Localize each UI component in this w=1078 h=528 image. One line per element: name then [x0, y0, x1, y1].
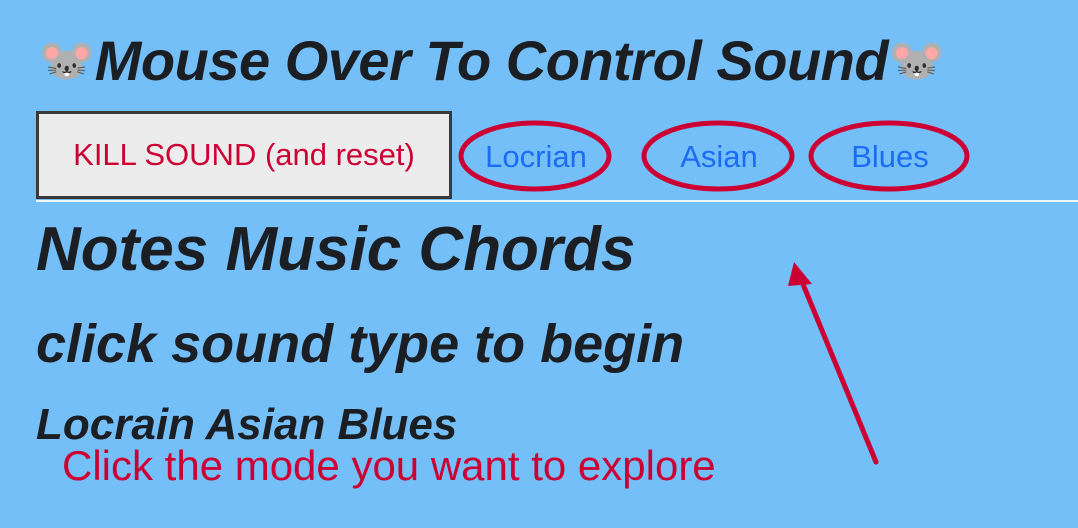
annotation-text: Click the mode you want to explore — [62, 442, 716, 489]
instruction-heading: click sound type to begin — [36, 314, 685, 374]
annotation-arrow — [788, 262, 879, 465]
page-title-text: Mouse Over To Control Sound — [94, 29, 889, 92]
page-title: 🐭Mouse Over To Control Sound🐭 — [38, 28, 945, 93]
mouse-face-icon: 🐭 — [38, 34, 95, 86]
divider — [36, 200, 1078, 202]
mode-link-asian[interactable]: Asian — [638, 116, 800, 198]
mode-link-blues[interactable]: Blues — [806, 116, 974, 198]
mode-link-locrian[interactable]: Locrian — [455, 116, 617, 198]
mode-link-label: Locrian — [485, 139, 587, 174]
mode-link-label: Asian — [680, 139, 758, 174]
mouse-face-icon: 🐭 — [888, 34, 945, 86]
main-heading: Notes Music Chords — [36, 215, 636, 284]
kill-sound-button[interactable]: KILL SOUND (and reset) — [36, 111, 452, 199]
mode-link-label: Blues — [851, 139, 929, 174]
